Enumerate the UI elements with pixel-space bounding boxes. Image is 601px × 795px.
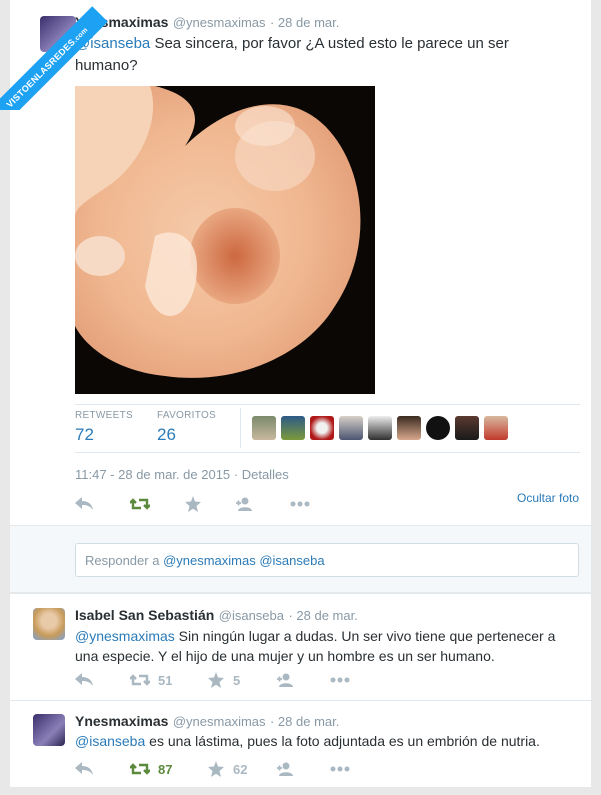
avatar[interactable] (310, 416, 334, 440)
retweet-button[interactable]: 51 (130, 673, 208, 688)
hide-photo-link[interactable]: Ocultar foto (517, 491, 579, 505)
favoriters-avatars (252, 416, 508, 440)
more-button[interactable] (330, 766, 350, 772)
avatar[interactable] (397, 416, 421, 440)
mention-link[interactable]: @isanseba (75, 733, 145, 749)
avatar[interactable] (455, 416, 479, 440)
tweet-text: @isanseba Sea sincera, por favor ¿A uste… (75, 35, 509, 74)
author-handle[interactable]: @ynesmaximas (173, 714, 266, 729)
embryo-image (75, 86, 361, 378)
star-icon (208, 672, 224, 688)
avatar[interactable] (339, 416, 363, 440)
details-link[interactable]: · Detalles (234, 467, 289, 482)
retweet-count: 51 (158, 672, 173, 688)
watermark-text: VISTOENLASREDES (4, 36, 78, 110)
retweet-button[interactable]: 87 (130, 762, 208, 777)
tweet-timestamp[interactable]: 11:47 - 28 de mar. de 2015 (75, 467, 230, 482)
retweets-stat[interactable]: RETWEETS 72 (75, 410, 133, 445)
add-user-icon (277, 762, 293, 776)
reply-input[interactable]: Responder a @ynesmaximas @isanseba (75, 543, 579, 577)
tweet-text: @isanseba es una lástima, pues la foto a… (75, 733, 540, 749)
follow-button[interactable] (276, 673, 330, 687)
author-handle[interactable]: @isanseba (219, 608, 284, 623)
reply-button[interactable] (75, 497, 130, 511)
star-icon (208, 761, 224, 777)
retweet-icon (130, 763, 150, 775)
favorite-count: 62 (233, 761, 248, 777)
avatar[interactable] (33, 608, 65, 640)
avatar[interactable] (281, 416, 305, 440)
avatar[interactable] (426, 416, 450, 440)
follow-button[interactable] (235, 497, 290, 511)
reply-button[interactable] (75, 762, 130, 776)
reply-tweet[interactable]: Isabel San Sebastián @isanseba · 28 de m… (10, 593, 591, 700)
tweet-date[interactable]: · 28 de mar. (288, 608, 357, 623)
more-icon (290, 501, 310, 507)
reply-icon (75, 497, 93, 510)
tweet-text: @ynesmaximas Sin ningún lugar a dudas. U… (75, 628, 556, 664)
retweet-icon (130, 674, 150, 686)
favorite-count: 5 (233, 672, 241, 688)
reply-tweet[interactable]: Ynesmaximas @ynesmaximas · 28 de mar. @i… (10, 700, 591, 787)
reply-area: Responder a @ynesmaximas @isanseba (10, 526, 591, 592)
add-user-icon (236, 497, 252, 511)
tweet-date[interactable]: · 28 de mar. (270, 15, 339, 30)
reply-icon (75, 762, 93, 775)
avatar[interactable] (33, 714, 65, 746)
avatar[interactable] (368, 416, 392, 440)
add-user-icon (277, 673, 293, 687)
retweet-count: 87 (158, 761, 173, 777)
more-button[interactable] (290, 501, 310, 507)
star-icon (185, 496, 201, 512)
author-name[interactable]: Ynesmaximas (75, 713, 168, 729)
author-handle[interactable]: @ynesmaximas (173, 15, 266, 30)
favorite-button[interactable] (185, 496, 235, 512)
tweet-photo[interactable] (75, 86, 375, 394)
tweet-date[interactable]: · 28 de mar. (270, 714, 339, 729)
author-name[interactable]: Isabel San Sebastián (75, 607, 214, 623)
reply-button[interactable] (75, 673, 130, 687)
follow-button[interactable] (276, 762, 330, 776)
avatar[interactable] (252, 416, 276, 440)
more-button[interactable] (330, 677, 350, 683)
favorites-stat[interactable]: FAVORITOS 26 (157, 410, 216, 445)
reply-icon (75, 673, 93, 686)
retweet-icon (130, 498, 150, 510)
favorite-button[interactable]: 5 (208, 672, 276, 688)
avatar[interactable] (484, 416, 508, 440)
watermark-banner: VISTOENLASREDES.com (0, 0, 110, 110)
favorite-button[interactable]: 62 (208, 761, 276, 777)
retweet-button[interactable] (130, 497, 185, 511)
more-icon (330, 677, 350, 683)
mention-link[interactable]: @ynesmaximas (75, 628, 175, 644)
more-icon (330, 766, 350, 772)
